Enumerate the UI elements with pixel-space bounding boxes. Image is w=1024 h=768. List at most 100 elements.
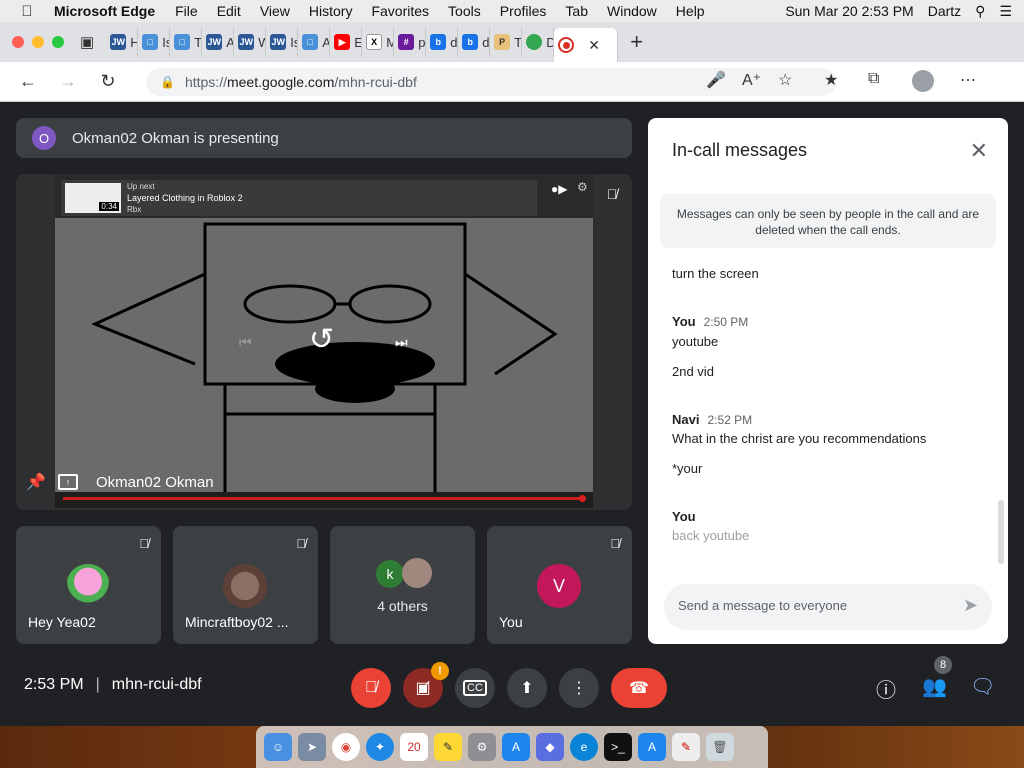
- system-preferences-icon[interactable]: ⚙: [468, 733, 496, 761]
- tab-actions-icon[interactable]: ▣: [80, 33, 94, 51]
- tab-label: An: [322, 34, 331, 50]
- finder-icon[interactable]: ☺: [264, 733, 292, 761]
- app-name[interactable]: Microsoft Edge: [54, 3, 155, 19]
- menu-tools[interactable]: Tools: [448, 3, 481, 19]
- spotlight-search-icon[interactable]: ⚲: [975, 3, 985, 20]
- edge-icon[interactable]: e: [570, 733, 598, 761]
- participant-avatar: [223, 564, 267, 608]
- pin-icon[interactable]: 📌: [26, 472, 46, 492]
- mic-off-icon: 🎙̸: [610, 536, 620, 551]
- app-store-icon[interactable]: A: [502, 733, 530, 761]
- meeting-details-icon[interactable]: ⓘ: [876, 674, 896, 703]
- mic-off-icon: 🎙̸: [296, 536, 306, 551]
- url-text[interactable]: https://meet.google.com/mhn-rcui-dbf: [185, 74, 417, 90]
- profile-avatar[interactable]: [912, 70, 934, 92]
- app-icon[interactable]: ◆: [536, 733, 564, 761]
- notes-icon[interactable]: ✎: [434, 733, 462, 761]
- browser-tab[interactable]: JWAm: [202, 27, 235, 57]
- downloads-icon[interactable]: A: [638, 733, 666, 761]
- send-icon[interactable]: ➤: [963, 595, 978, 616]
- close-icon[interactable]: ✕: [970, 138, 988, 164]
- menu-favorites[interactable]: Favorites: [371, 3, 429, 19]
- favorites-icon[interactable]: ★: [824, 70, 838, 90]
- browser-tab[interactable]: ▶Edi: [330, 27, 363, 57]
- read-aloud-icon[interactable]: A⁺: [742, 70, 761, 90]
- browser-tab[interactable]: Dov: [522, 27, 555, 57]
- menu-view[interactable]: View: [260, 3, 290, 19]
- safari-icon[interactable]: ✦: [366, 733, 394, 761]
- doc-icon: □: [142, 34, 159, 50]
- browser-tab[interactable]: □An: [298, 27, 331, 57]
- menu-tab[interactable]: Tab: [565, 3, 588, 19]
- main-video-tile[interactable]: 0:34 Up next Layered Clothing in Roblox …: [16, 174, 632, 510]
- trash-icon[interactable]: 🗑: [706, 733, 734, 761]
- menubar-clock[interactable]: Sun Mar 20 2:53 PM: [785, 3, 913, 19]
- browser-tab[interactable]: JWHor: [106, 27, 139, 57]
- forward-icon[interactable]: →: [48, 71, 88, 92]
- browser-toolbar: ← → ↻ 🔒 https://meet.google.com/mhn-rcui…: [0, 62, 1024, 102]
- browser-tab[interactable]: #pw: [394, 27, 427, 57]
- close-tab-icon[interactable]: ✕: [588, 37, 600, 54]
- chrome-icon[interactable]: ◉: [332, 733, 360, 761]
- self-tile[interactable]: 🎙̸ V You: [487, 526, 632, 644]
- up-next-label: Up next: [127, 182, 155, 191]
- browser-tab[interactable]: JWIs H: [266, 27, 299, 57]
- people-icon[interactable]: 👥: [922, 674, 947, 699]
- mic-toggle-button[interactable]: 🎙̸: [351, 668, 391, 708]
- jw-icon: JW: [270, 34, 287, 50]
- back-icon[interactable]: ←: [8, 71, 48, 92]
- browser-tab[interactable]: JWWh: [234, 27, 267, 57]
- apple-icon[interactable]: : [12, 3, 42, 20]
- menu-profiles[interactable]: Profiles: [500, 3, 547, 19]
- new-tab-icon[interactable]: +: [630, 29, 643, 55]
- chat-icon[interactable]: 🗨: [970, 674, 995, 699]
- menu-history[interactable]: History: [309, 3, 353, 19]
- url-scheme: https://: [184, 74, 227, 90]
- menu-file[interactable]: File: [175, 3, 198, 19]
- menu-window[interactable]: Window: [607, 3, 657, 19]
- message-input[interactable]: [678, 598, 938, 613]
- chat-scrollbar[interactable]: [998, 500, 1004, 564]
- presenting-text: Okman02 Okman is presenting: [72, 129, 279, 147]
- calendar-icon[interactable]: 20: [400, 733, 428, 761]
- tab-label: Wh: [258, 35, 265, 50]
- captions-button[interactable]: CC: [455, 668, 495, 708]
- minimize-window-icon[interactable]: [32, 36, 44, 48]
- reload-icon[interactable]: ↻: [88, 71, 128, 92]
- collections-icon[interactable]: ⧉: [868, 70, 879, 88]
- menu-edit[interactable]: Edit: [217, 3, 241, 19]
- participant-tile[interactable]: 🎙̸ Mincraftboy02 ...: [173, 526, 318, 644]
- browser-tab[interactable]: XMa: [362, 27, 395, 57]
- control-center-icon[interactable]: ☰: [999, 3, 1012, 20]
- end-call-button[interactable]: ☎: [611, 668, 667, 708]
- more-vert-icon: ⋮: [571, 680, 587, 697]
- doc-icon: □: [302, 34, 319, 50]
- browser-tab[interactable]: □The: [170, 27, 203, 57]
- browser-tab[interactable]: bdov: [458, 27, 491, 57]
- browser-tab-active[interactable]: ✕: [554, 28, 619, 62]
- more-menu-icon[interactable]: ⋯: [960, 70, 976, 90]
- camera-toggle-button[interactable]: ▣̸!: [403, 662, 449, 708]
- more-options-button[interactable]: ⋮: [559, 668, 599, 708]
- menubar-user[interactable]: Dartz: [928, 3, 961, 19]
- warning-badge-icon: !: [431, 662, 449, 680]
- lock-icon[interactable]: 🔒: [160, 75, 175, 89]
- close-window-icon[interactable]: [12, 36, 24, 48]
- progress-line: [63, 495, 586, 502]
- launchpad-icon[interactable]: ➤: [298, 733, 326, 761]
- zoom-window-icon[interactable]: [52, 36, 64, 48]
- present-button[interactable]: ⬆: [507, 668, 547, 708]
- browser-tab[interactable]: □Is t: [138, 27, 171, 57]
- add-favorite-icon[interactable]: ☆: [778, 70, 792, 90]
- terminal-icon[interactable]: >_: [604, 733, 632, 761]
- tab-label: Dov: [546, 35, 553, 50]
- participant-tile-group[interactable]: k 4 others: [330, 526, 475, 644]
- browser-tab[interactable]: PTop: [490, 27, 523, 57]
- address-bar[interactable]: 🔒 https://meet.google.com/mhn-rcui-dbf: [146, 68, 836, 96]
- microphone-icon[interactable]: 🎤: [706, 70, 726, 90]
- document-icon[interactable]: ✎: [672, 733, 700, 761]
- menu-help[interactable]: Help: [676, 3, 705, 19]
- jw-icon: JW: [110, 34, 127, 50]
- browser-tab[interactable]: bdov: [426, 27, 459, 57]
- participant-tile[interactable]: 🎙̸ Hey Yea02: [16, 526, 161, 644]
